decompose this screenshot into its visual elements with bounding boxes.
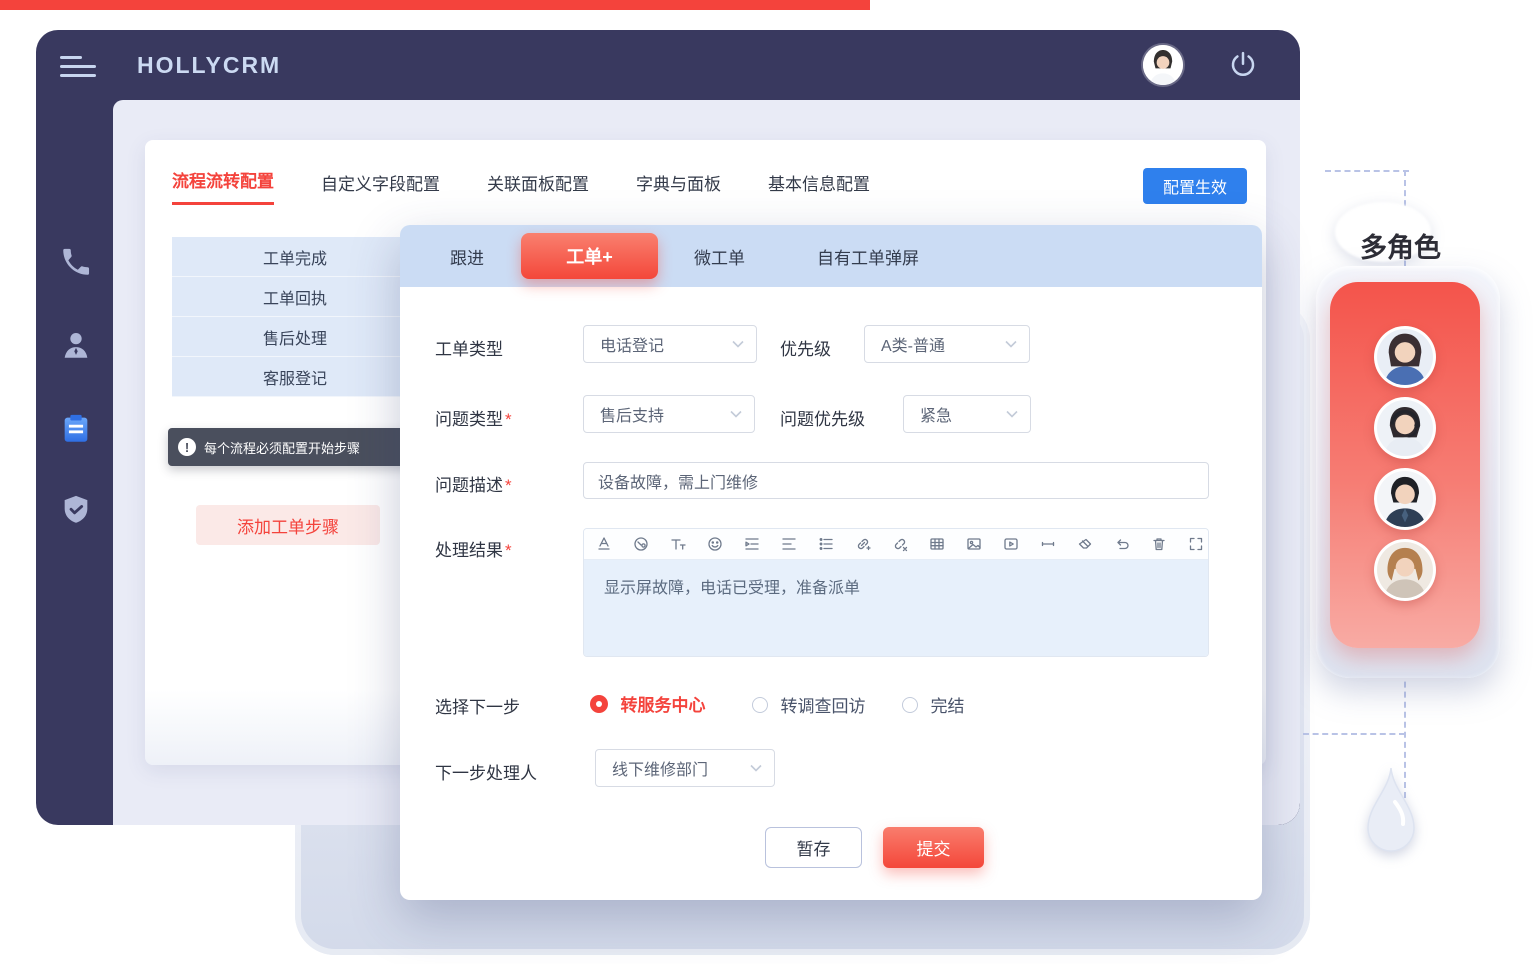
next-handler-select[interactable]: 线下维修部门: [595, 749, 775, 787]
priority-value: A类-普通: [881, 332, 945, 356]
tab-custom-field-config[interactable]: 自定义字段配置: [321, 170, 440, 205]
issue-desc-label: 问题描述*: [435, 471, 512, 496]
next-handler-value: 线下维修部门: [612, 756, 708, 780]
result-label: 处理结果*: [435, 536, 512, 561]
apply-config-button[interactable]: 配置生效: [1143, 168, 1247, 204]
brand-logo: HOLLYCRM: [137, 52, 281, 79]
tooltip-text: 每个流程必须配置开始步骤: [204, 438, 360, 457]
sidebar-workorder-icon[interactable]: [59, 412, 93, 446]
fullscreen-icon[interactable]: [1188, 536, 1204, 553]
required-asterisk: *: [505, 541, 512, 560]
sidebar-contacts-icon[interactable]: [59, 328, 93, 362]
unlink-icon[interactable]: [892, 536, 908, 553]
chevron-down-icon: [732, 340, 744, 348]
issue-priority-value: 紧急: [920, 402, 952, 426]
exclamation-icon: !: [178, 438, 196, 456]
role-panel-frame: [1316, 266, 1500, 678]
role-avatar-4[interactable]: [1374, 539, 1436, 601]
align-left-icon[interactable]: [781, 536, 797, 553]
issue-priority-select[interactable]: 紧急: [903, 395, 1031, 433]
chevron-down-icon: [730, 410, 742, 418]
chevron-down-icon: [1005, 340, 1017, 348]
tab-basic-info-config[interactable]: 基本信息配置: [768, 170, 870, 205]
issue-type-label: 问题类型*: [435, 405, 512, 430]
top-red-strip: [0, 0, 870, 10]
issue-type-value: 售后支持: [600, 402, 664, 426]
radio-survey-callback[interactable]: 转调查回访: [752, 692, 865, 717]
modal-tabbar: 跟进 工单+ 微工单 自有工单弹屏: [400, 225, 1262, 287]
trash-icon[interactable]: [1151, 536, 1167, 553]
power-icon[interactable]: [1228, 50, 1258, 85]
order-type-value: 电话登记: [600, 332, 664, 356]
order-type-select[interactable]: 电话登记: [583, 325, 757, 363]
issue-priority-label: 问题优先级: [780, 405, 865, 430]
workflow-list: 工单完成 工单回执 售后处理 客服登记: [172, 237, 418, 397]
table-icon[interactable]: [929, 536, 945, 553]
required-asterisk: *: [505, 476, 512, 495]
video-icon[interactable]: [1003, 536, 1019, 553]
issue-type-select[interactable]: 售后支持: [583, 395, 755, 433]
text-style-icon[interactable]: [670, 536, 686, 553]
modal-tab-workorder-active[interactable]: 工单+: [521, 233, 658, 279]
eraser-icon[interactable]: [1077, 536, 1093, 553]
drop-shape: [1362, 768, 1420, 860]
palette-icon[interactable]: [633, 536, 649, 553]
required-asterisk: *: [505, 410, 512, 429]
priority-label: 优先级: [780, 335, 831, 360]
workflow-item-complete[interactable]: 工单完成: [172, 237, 418, 277]
font-underline-icon[interactable]: [596, 536, 612, 553]
order-type-label: 工单类型: [435, 335, 503, 360]
tab-related-panel-config[interactable]: 关联面板配置: [487, 170, 589, 205]
radio-unselected-icon: [752, 697, 768, 713]
config-tabbar: 流程流转配置 自定义字段配置 关联面板配置 字典与面板 基本信息配置: [172, 167, 870, 205]
save-draft-button[interactable]: 暂存: [765, 827, 862, 868]
radio-selected-icon: [590, 695, 608, 713]
link-icon[interactable]: [855, 536, 871, 553]
divider-icon[interactable]: [1040, 536, 1056, 553]
dashed-line-bottom: [1303, 733, 1405, 735]
add-step-button[interactable]: 添加工单步骤: [196, 505, 380, 545]
undo-icon[interactable]: [1114, 536, 1130, 553]
radio-finish[interactable]: 完结: [902, 692, 964, 717]
modal-tab-micro-workorder[interactable]: 微工单: [694, 244, 745, 269]
role-avatar-3[interactable]: [1374, 468, 1436, 530]
multi-role-caption: 多角色: [1360, 226, 1441, 265]
image-icon[interactable]: [966, 536, 982, 553]
sidebar-shield-icon[interactable]: [59, 493, 93, 527]
list-icon[interactable]: [818, 536, 834, 553]
chevron-down-icon: [750, 764, 762, 772]
workflow-item-aftersale[interactable]: 售后处理: [172, 317, 418, 357]
indent-icon[interactable]: [744, 536, 760, 553]
priority-select[interactable]: A类-普通: [864, 325, 1030, 363]
radio-service-center[interactable]: 转服务中心: [590, 691, 705, 716]
screenshot-canvas: 多角色 HOLLYCRM: [0, 0, 1537, 964]
dashed-line-top: [1325, 170, 1409, 172]
result-textarea[interactable]: 显示屏故障，电话已受理，准备派单: [584, 560, 1208, 656]
issue-desc-input[interactable]: [583, 462, 1209, 499]
role-avatar-1[interactable]: [1374, 326, 1436, 388]
hamburger-menu-icon[interactable]: [60, 56, 96, 83]
role-panel: [1330, 282, 1480, 648]
workorder-modal: 跟进 工单+ 微工单 自有工单弹屏 工单类型 电话登记 优先级 A类-普通 问题…: [400, 225, 1262, 900]
next-handler-label: 下一步处理人: [435, 759, 537, 784]
chevron-down-icon: [1006, 410, 1018, 418]
modal-tab-own-popup[interactable]: 自有工单弹屏: [817, 244, 919, 269]
tab-process-flow-config[interactable]: 流程流转配置: [172, 167, 274, 205]
workflow-tooltip: ! 每个流程必须配置开始步骤: [168, 428, 413, 466]
sidebar-phone-icon[interactable]: [59, 245, 93, 279]
workflow-item-receipt[interactable]: 工单回执: [172, 277, 418, 317]
emoji-icon[interactable]: [707, 536, 723, 553]
submit-button[interactable]: 提交: [883, 827, 984, 868]
user-avatar[interactable]: [1143, 45, 1183, 85]
next-step-label: 选择下一步: [435, 693, 520, 718]
workflow-item-register[interactable]: 客服登记: [172, 357, 418, 397]
result-editor: 显示屏故障，电话已受理，准备派单: [583, 528, 1209, 657]
tab-dictionary-panel[interactable]: 字典与面板: [636, 170, 721, 205]
modal-tab-follow-up[interactable]: 跟进: [450, 244, 484, 269]
radio-unselected-icon: [902, 697, 918, 713]
role-avatar-2[interactable]: [1374, 397, 1436, 459]
editor-toolbar: [584, 529, 1208, 560]
